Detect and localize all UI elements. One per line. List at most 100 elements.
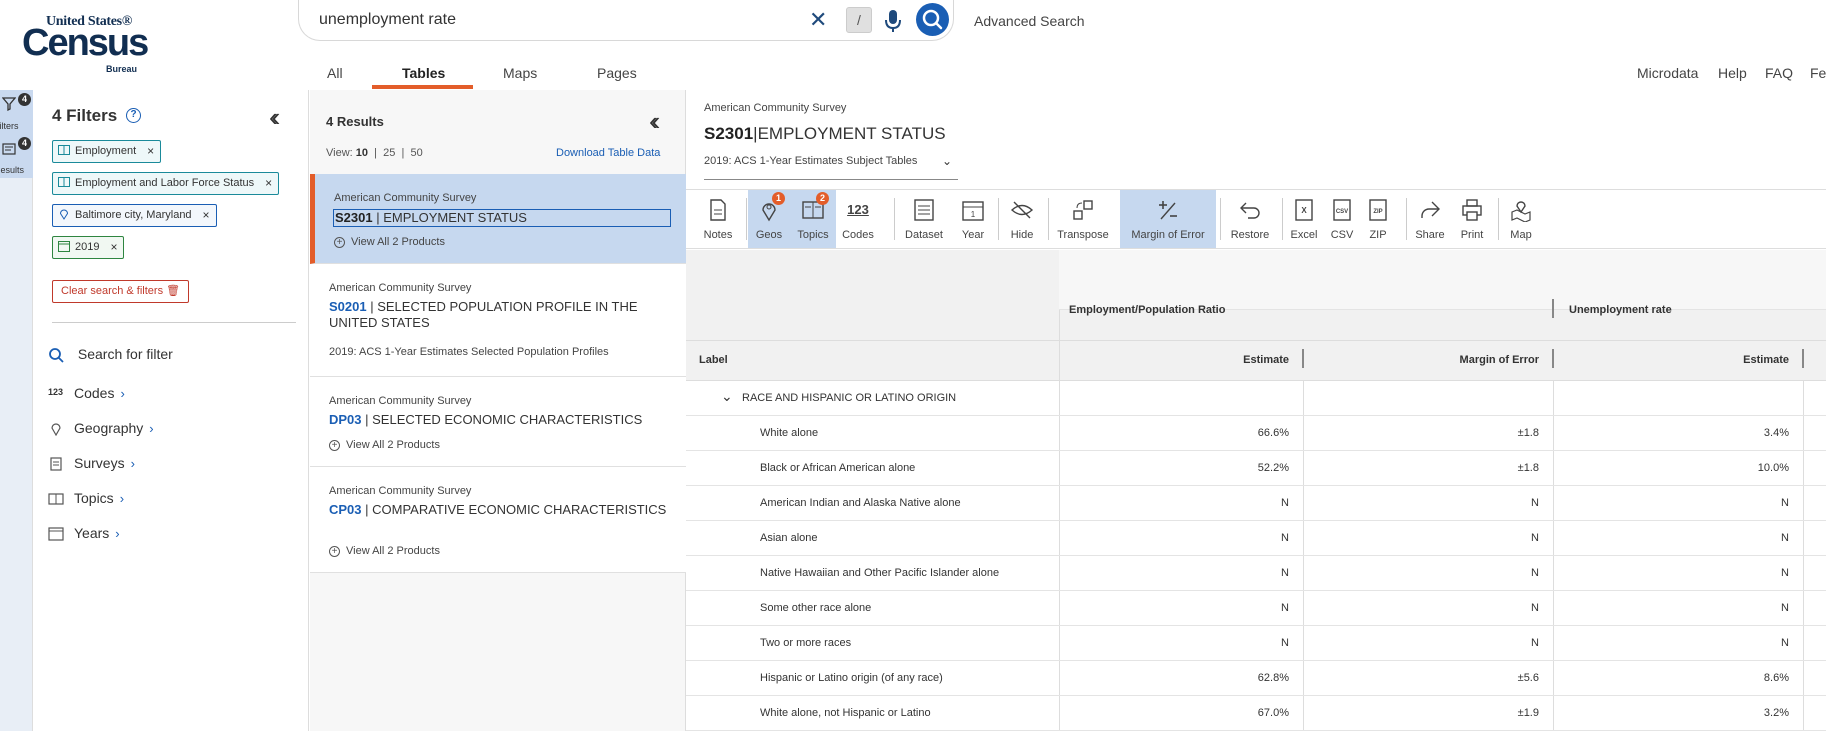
table-section-row[interactable]: ⌄ RACE AND HISPANIC OR LATINO ORIGIN bbox=[686, 381, 1826, 416]
search-input[interactable] bbox=[319, 11, 799, 29]
geos-button[interactable]: 1 Geos bbox=[748, 190, 790, 248]
share-button[interactable]: Share bbox=[1408, 190, 1452, 248]
result-source: American Community Survey bbox=[329, 282, 472, 294]
chevron-down-icon[interactable]: ⌄ bbox=[721, 388, 733, 405]
column-header-margin-of-error[interactable]: Margin of Error bbox=[1303, 354, 1539, 366]
download-table-data-link[interactable]: Download Table Data bbox=[556, 147, 660, 159]
toolbar-label: Geos bbox=[755, 229, 783, 241]
table-title: S2301|EMPLOYMENT STATUS bbox=[704, 124, 946, 143]
map-button[interactable]: Map bbox=[1500, 190, 1542, 248]
toolbar-divider bbox=[1048, 198, 1049, 240]
collapse-results-icon[interactable]: ‹‹ bbox=[649, 106, 661, 137]
table-row: Asian alone N N N bbox=[686, 521, 1826, 556]
view-option-10[interactable]: 10 bbox=[356, 147, 368, 159]
filter-nav-topics[interactable]: Topics › bbox=[48, 490, 124, 506]
year-button[interactable]: 1 Year bbox=[952, 190, 994, 248]
tab-all[interactable]: All bbox=[327, 65, 343, 81]
remove-chip-icon[interactable]: × bbox=[110, 237, 117, 257]
zip-icon: ZIP bbox=[1369, 199, 1387, 221]
rail-results-button[interactable]: 4 Results bbox=[0, 134, 33, 178]
filter-nav-geography[interactable]: Geography › bbox=[48, 420, 154, 437]
link-microdata[interactable]: Microdata bbox=[1637, 65, 1698, 81]
vintage-dropdown[interactable]: 2019: ACS 1-Year Estimates Subject Table… bbox=[704, 154, 958, 180]
remove-chip-icon[interactable]: × bbox=[147, 141, 154, 161]
cell-employment-estimate: 52.2% bbox=[1257, 462, 1289, 474]
filter-chip-employment[interactable]: Employment × bbox=[52, 140, 162, 163]
result-title: SELECTED ECONOMIC CHARACTERISTICS bbox=[372, 412, 643, 427]
toolbar-divider bbox=[1498, 198, 1499, 240]
result-card-s0201[interactable]: American Community Survey S0201 | SELECT… bbox=[310, 264, 686, 377]
transpose-button[interactable]: Transpose bbox=[1050, 190, 1116, 248]
view-products-link[interactable]: + View All 2 Products bbox=[329, 545, 440, 557]
notes-button[interactable]: Notes bbox=[694, 190, 742, 248]
census-logo[interactable]: United States® Census Bureau bbox=[20, 12, 150, 74]
result-name[interactable]: CP03 | COMPARATIVE ECONOMIC CHARACTERIST… bbox=[329, 502, 669, 518]
advanced-search-link[interactable]: Advanced Search bbox=[974, 13, 1085, 29]
clipboard-icon bbox=[50, 457, 62, 471]
result-name[interactable]: S2301 | EMPLOYMENT STATUS bbox=[333, 209, 671, 227]
codes-button[interactable]: 123 Codes bbox=[836, 190, 880, 248]
result-card-s2301[interactable]: American Community Survey S2301 | EMPLOY… bbox=[310, 174, 686, 264]
cell-employment-estimate: N bbox=[1281, 637, 1289, 649]
view-products-label: View All 2 Products bbox=[346, 439, 440, 451]
link-help[interactable]: Help bbox=[1718, 65, 1747, 81]
result-source: American Community Survey bbox=[329, 395, 472, 407]
column-resize-handle[interactable] bbox=[1802, 349, 1804, 368]
dataset-button[interactable]: Dataset bbox=[896, 190, 952, 248]
filter-search[interactable]: Search for filter bbox=[48, 346, 173, 363]
filter-nav-surveys[interactable]: Surveys › bbox=[48, 455, 135, 471]
row-label: Two or more races bbox=[760, 637, 852, 649]
filter-nav-codes[interactable]: 123 Codes › bbox=[48, 385, 125, 401]
filter-chip-labor-force[interactable]: Employment and Labor Force Status × bbox=[52, 172, 280, 195]
excel-button[interactable]: X Excel bbox=[1284, 190, 1324, 248]
column-header-estimate[interactable]: Estimate bbox=[1059, 354, 1289, 366]
cell-unemployment-estimate: 3.4% bbox=[1763, 427, 1789, 439]
filter-chip-geography[interactable]: Baltimore city, Maryland × bbox=[52, 204, 217, 227]
toolbar-label: Dataset bbox=[905, 229, 943, 241]
view-option-25[interactable]: 25 bbox=[383, 147, 395, 159]
tab-tables[interactable]: Tables bbox=[402, 65, 445, 81]
help-icon[interactable]: ? bbox=[126, 108, 141, 123]
result-card-cp03[interactable]: American Community Survey CP03 | COMPARA… bbox=[310, 467, 686, 573]
link-feedback[interactable]: Fe bbox=[1810, 65, 1826, 81]
cell-margin-of-error: N bbox=[1531, 497, 1539, 509]
collapse-filters-icon[interactable]: ‹‹ bbox=[269, 102, 281, 133]
result-name[interactable]: S0201 | SELECTED POPULATION PROFILE IN T… bbox=[329, 299, 669, 331]
link-faq[interactable]: FAQ bbox=[1765, 65, 1793, 81]
view-products-link[interactable]: + View All 2 Products bbox=[329, 439, 440, 451]
calendar-icon: 1 bbox=[962, 201, 984, 221]
data-table: Employment/Population Ratio Unemployment… bbox=[686, 250, 1826, 731]
zip-button[interactable]: ZIP ZIP bbox=[1360, 190, 1396, 248]
header-top-band bbox=[1059, 250, 1826, 310]
clear-filters-button[interactable]: Clear search & filters 🗑 bbox=[52, 280, 190, 303]
hide-button[interactable]: Hide bbox=[1000, 190, 1044, 248]
clear-search-icon[interactable]: ✕ bbox=[809, 7, 827, 33]
result-card-dp03[interactable]: American Community Survey DP03 | SELECTE… bbox=[310, 377, 686, 467]
remove-chip-icon[interactable]: × bbox=[265, 173, 272, 193]
table-row: Some other race alone N N N bbox=[686, 591, 1826, 626]
view-products-link[interactable]: + View All 2 Products bbox=[334, 236, 445, 248]
microphone-icon[interactable] bbox=[884, 8, 902, 34]
rail-filters-button[interactable]: 4 Filters bbox=[0, 90, 33, 134]
tab-pages[interactable]: Pages bbox=[597, 65, 637, 81]
toolbar-divider bbox=[746, 198, 747, 240]
remove-chip-icon[interactable]: × bbox=[203, 205, 210, 225]
print-button[interactable]: Print bbox=[1452, 190, 1492, 248]
view-products-label: View All 2 Products bbox=[351, 236, 445, 248]
filter-nav-years[interactable]: Years › bbox=[48, 525, 120, 541]
filter-chip-year[interactable]: 2019 × bbox=[52, 236, 125, 259]
restore-button[interactable]: Restore bbox=[1222, 190, 1278, 248]
margin-of-error-button[interactable]: Margin of Error bbox=[1120, 190, 1216, 248]
column-header-unemployment-estimate[interactable]: Estimate bbox=[1553, 354, 1789, 366]
toolbar-label: Map bbox=[1510, 229, 1532, 241]
view-option-50[interactable]: 50 bbox=[410, 147, 422, 159]
cell-unemployment-estimate: 3.2% bbox=[1763, 707, 1789, 719]
result-name[interactable]: DP03 | SELECTED ECONOMIC CHARACTERISTICS bbox=[329, 412, 669, 428]
column-header-label[interactable]: Label bbox=[699, 354, 728, 366]
tab-maps[interactable]: Maps bbox=[503, 65, 537, 81]
search-button[interactable] bbox=[916, 3, 949, 36]
topics-button[interactable]: 2 Topics bbox=[790, 190, 836, 248]
column-resize-handle[interactable] bbox=[1552, 299, 1554, 318]
csv-button[interactable]: CSV CSV bbox=[1324, 190, 1360, 248]
cell-margin-of-error: ±1.9 bbox=[1517, 707, 1539, 719]
